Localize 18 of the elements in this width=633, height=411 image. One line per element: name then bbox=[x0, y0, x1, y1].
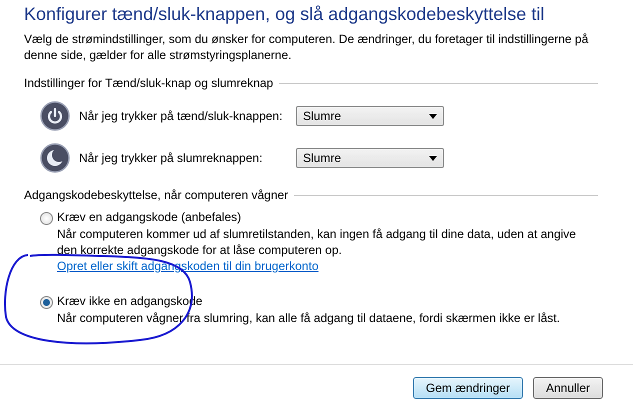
dropdown[interactable]: Slumre bbox=[296, 148, 444, 168]
option-label: Kræv en adgangskode (anbefales) bbox=[57, 210, 242, 224]
save-button[interactable]: Gem ændringer bbox=[412, 377, 523, 399]
cancel-button[interactable]: Annuller bbox=[532, 377, 603, 399]
description-text: Vælg de strømindstillinger, som du ønsker for computeren. De ændringer, du foretager til indstillingerne på denne side, gælder for alle strømstyringsplanerne. bbox=[24, 31, 590, 63]
radio-button[interactable] bbox=[40, 212, 53, 225]
power-icon bbox=[40, 101, 70, 131]
page-title: Konfigurer tænd/sluk-knappen, og slå adgangskodebeskyttelse til bbox=[24, 4, 546, 25]
setting-label: Når jeg trykker på slumreknappen: bbox=[79, 151, 264, 165]
option-description: Når computeren vågner fra slumring, kan alle få adgang til dataene, fordi skærmen ikke er låst. bbox=[57, 310, 561, 326]
radio-button[interactable] bbox=[40, 296, 53, 309]
moon-icon bbox=[40, 143, 70, 173]
setting-label: Når jeg trykker på tænd/sluk-knappen: bbox=[79, 109, 284, 123]
caret-icon bbox=[429, 114, 437, 118]
dropdown[interactable]: Slumre bbox=[296, 106, 444, 126]
section-heading: Adgangskodebeskyttelse, når computeren vågner bbox=[24, 188, 288, 202]
caret-icon bbox=[429, 156, 437, 160]
section-heading: Indstillinger for Tænd/sluk-knap og slumreknap bbox=[24, 76, 274, 90]
